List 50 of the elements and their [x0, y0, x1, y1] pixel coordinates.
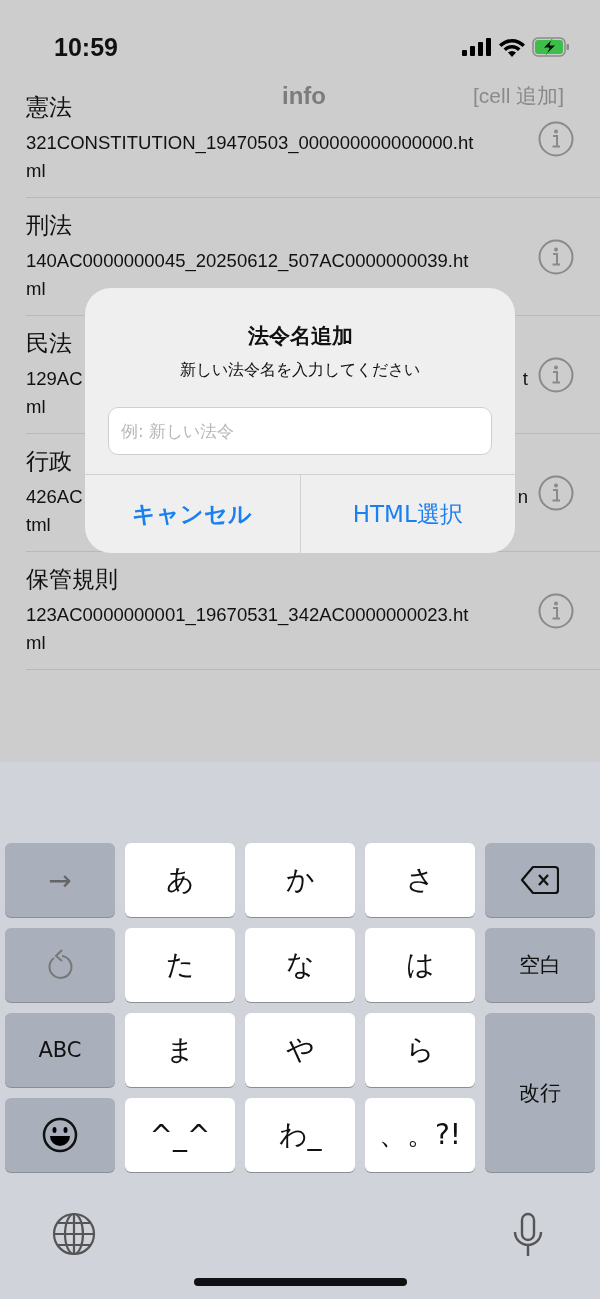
kana-key[interactable]: ま — [125, 1013, 235, 1087]
kana-key[interactable]: は — [365, 928, 475, 1002]
delete-icon — [521, 865, 559, 895]
input-field[interactable]: 例: 新しい法令 — [108, 407, 492, 455]
kana-key[interactable]: ^_^ — [125, 1098, 235, 1172]
battery-icon — [532, 37, 570, 57]
kana-key[interactable]: な — [245, 928, 355, 1002]
kana-key[interactable]: さ — [365, 843, 475, 917]
nav-title: info — [282, 82, 326, 110]
info-icon[interactable] — [538, 356, 574, 393]
emoji-key[interactable] — [5, 1098, 115, 1172]
kana-key[interactable]: ら — [365, 1013, 475, 1087]
info-icon[interactable] — [538, 474, 574, 511]
undo-icon — [46, 949, 74, 981]
kana-key[interactable]: や — [245, 1013, 355, 1087]
wifi-icon — [499, 37, 525, 57]
microphone-icon[interactable] — [512, 1212, 544, 1258]
kana-key[interactable]: あ — [125, 843, 235, 917]
function-key[interactable]: 空白 — [485, 928, 595, 1002]
file-name: 426AC — [26, 485, 83, 509]
law-title: 行政 — [26, 447, 72, 476]
file-name: 123AC0000000001_19670531_342AC0000000023.ht ml — [26, 603, 469, 655]
alert-message: 新しい法令名を入力してください — [180, 360, 420, 381]
file-name: 321CONSTITUTION_19470503_000000000000000.ht ml — [26, 131, 474, 183]
globe-icon[interactable] — [52, 1212, 96, 1256]
kana-key[interactable]: た — [125, 928, 235, 1002]
info-icon[interactable] — [538, 120, 574, 157]
law-title: 保管規則 — [26, 565, 118, 594]
file-name: ml — [26, 395, 46, 419]
info-icon[interactable] — [538, 238, 574, 275]
status-time: 10:59 — [54, 32, 118, 62]
file-name: 129AC — [26, 367, 83, 391]
file-name: t — [522, 367, 528, 391]
law-title: 民法 — [26, 329, 72, 358]
file-name: n — [517, 485, 528, 509]
kana-key[interactable]: か — [245, 843, 355, 917]
info-icon[interactable] — [538, 592, 574, 629]
file-name: 140AC0000000045_20250612_507AC0000000039.ht ml — [26, 249, 469, 301]
delete-key[interactable] — [485, 843, 595, 917]
return-key[interactable]: 改行 — [485, 1013, 595, 1172]
kana-key[interactable]: わ_ — [245, 1098, 355, 1172]
function-key[interactable]: ABC — [5, 1013, 115, 1087]
undo-key[interactable] — [5, 928, 115, 1002]
kana-key[interactable]: 、。?! — [365, 1098, 475, 1172]
law-title: 刑法 — [26, 211, 72, 240]
alert-title: 法令名追加 — [247, 323, 353, 350]
signal-icon — [462, 38, 492, 56]
smiley-icon — [42, 1117, 78, 1153]
law-title: 憲法 — [26, 93, 72, 122]
file-name: tml — [26, 513, 51, 537]
